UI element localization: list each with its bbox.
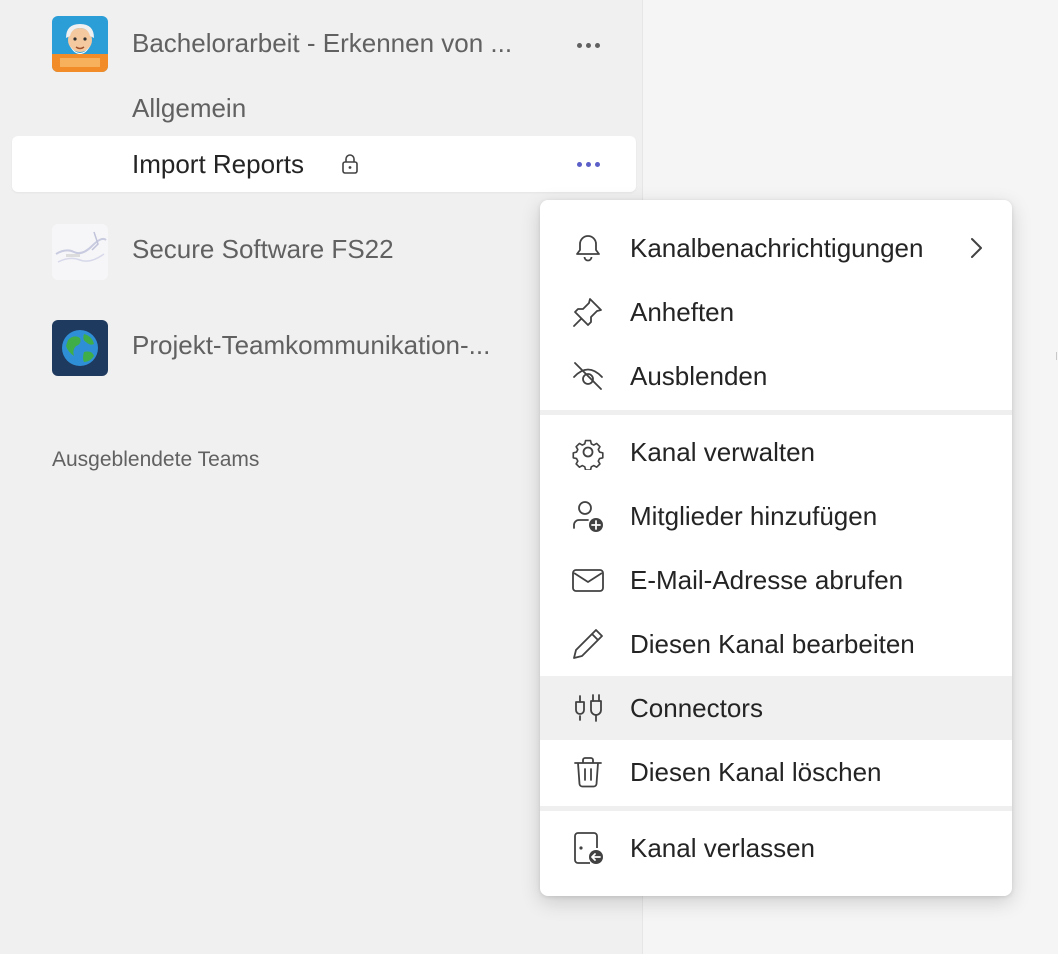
mail-icon [572,569,604,592]
menu-item-label: Ausblenden [630,361,768,391]
channel-item-allgemein[interactable]: Allgemein [12,80,636,136]
menu-item-kanal-loeschen[interactable]: Diesen Kanal löschen [540,740,1012,804]
menu-item-label: Mitglieder hinzufügen [630,501,878,531]
menu-item-kanal-verwalten[interactable]: Kanal verwalten [540,420,1012,484]
menu-item-label: Anheften [630,297,735,327]
bell-icon [576,235,600,262]
channel-context-menu: Kanalbenachrichtigungen Anheften Ausblen… [540,200,1012,896]
menu-item-label: Kanal verlassen [630,833,815,863]
menu-item-mitglieder-hinzufuegen[interactable]: Mitglieder hinzufügen [540,484,1012,548]
dot-icon [576,42,582,48]
menu-item-label: Kanal verwalten [630,437,815,467]
menu-item-label: E-Mail-Adresse abrufen [630,565,904,595]
eye-off-icon [573,362,603,390]
person-add-icon [573,501,603,532]
dot-icon [594,42,600,48]
menu-item-label: Connectors [630,693,763,723]
team-row-bachelorarbeit[interactable]: Bachelorarbeit - Erkennen von ... [0,12,643,76]
team-avatar [52,224,108,280]
channel-more-options-button[interactable] [570,149,606,179]
dot-icon [576,161,582,167]
scroll-marker [1056,352,1057,360]
team-name: Projekt-Teamkommunikation-... [132,330,491,360]
team-more-options-button[interactable] [570,30,606,60]
menu-item-label: Diesen Kanal bearbeiten [630,629,915,659]
menu-divider [540,410,1012,415]
menu-item-label: Diesen Kanal löschen [630,757,882,787]
plug-icon [575,694,602,722]
menu-item-email-adresse-abrufen[interactable]: E-Mail-Adresse abrufen [540,548,1012,612]
menu-item-label: Kanalbenachrichtigungen [630,233,924,263]
chevron-right-icon [971,238,982,258]
menu-item-kanal-bearbeiten[interactable]: Diesen Kanal bearbeiten [540,612,1012,676]
lock-icon [342,154,358,174]
channel-name: Import Reports [132,149,304,179]
hidden-teams-link[interactable]: Ausgeblendete Teams [52,448,259,472]
dot-icon [585,161,591,167]
menu-item-connectors[interactable]: Connectors [540,676,1012,740]
dot-icon [594,161,600,167]
channel-item-import-reports[interactable]: Import Reports [12,136,636,192]
menu-item-kanal-verlassen[interactable]: Kanal verlassen [540,816,1012,880]
team-name: Bachelorarbeit - Erkennen von ... [132,28,513,58]
team-avatar [52,16,108,72]
leave-channel-icon [574,832,603,864]
team-name: Secure Software FS22 [132,234,394,264]
pencil-icon [573,629,603,659]
trash-icon [574,757,602,788]
menu-divider [540,806,1012,811]
dot-icon [585,42,591,48]
channel-name: Allgemein [132,93,247,123]
gear-icon [572,439,604,470]
team-avatar [52,320,108,376]
menu-item-ausblenden[interactable]: Ausblenden [540,344,1012,408]
menu-item-kanalbenachrichtigungen[interactable]: Kanalbenachrichtigungen [540,216,1012,280]
pin-icon [573,298,602,327]
menu-item-anheften[interactable]: Anheften [540,280,1012,344]
